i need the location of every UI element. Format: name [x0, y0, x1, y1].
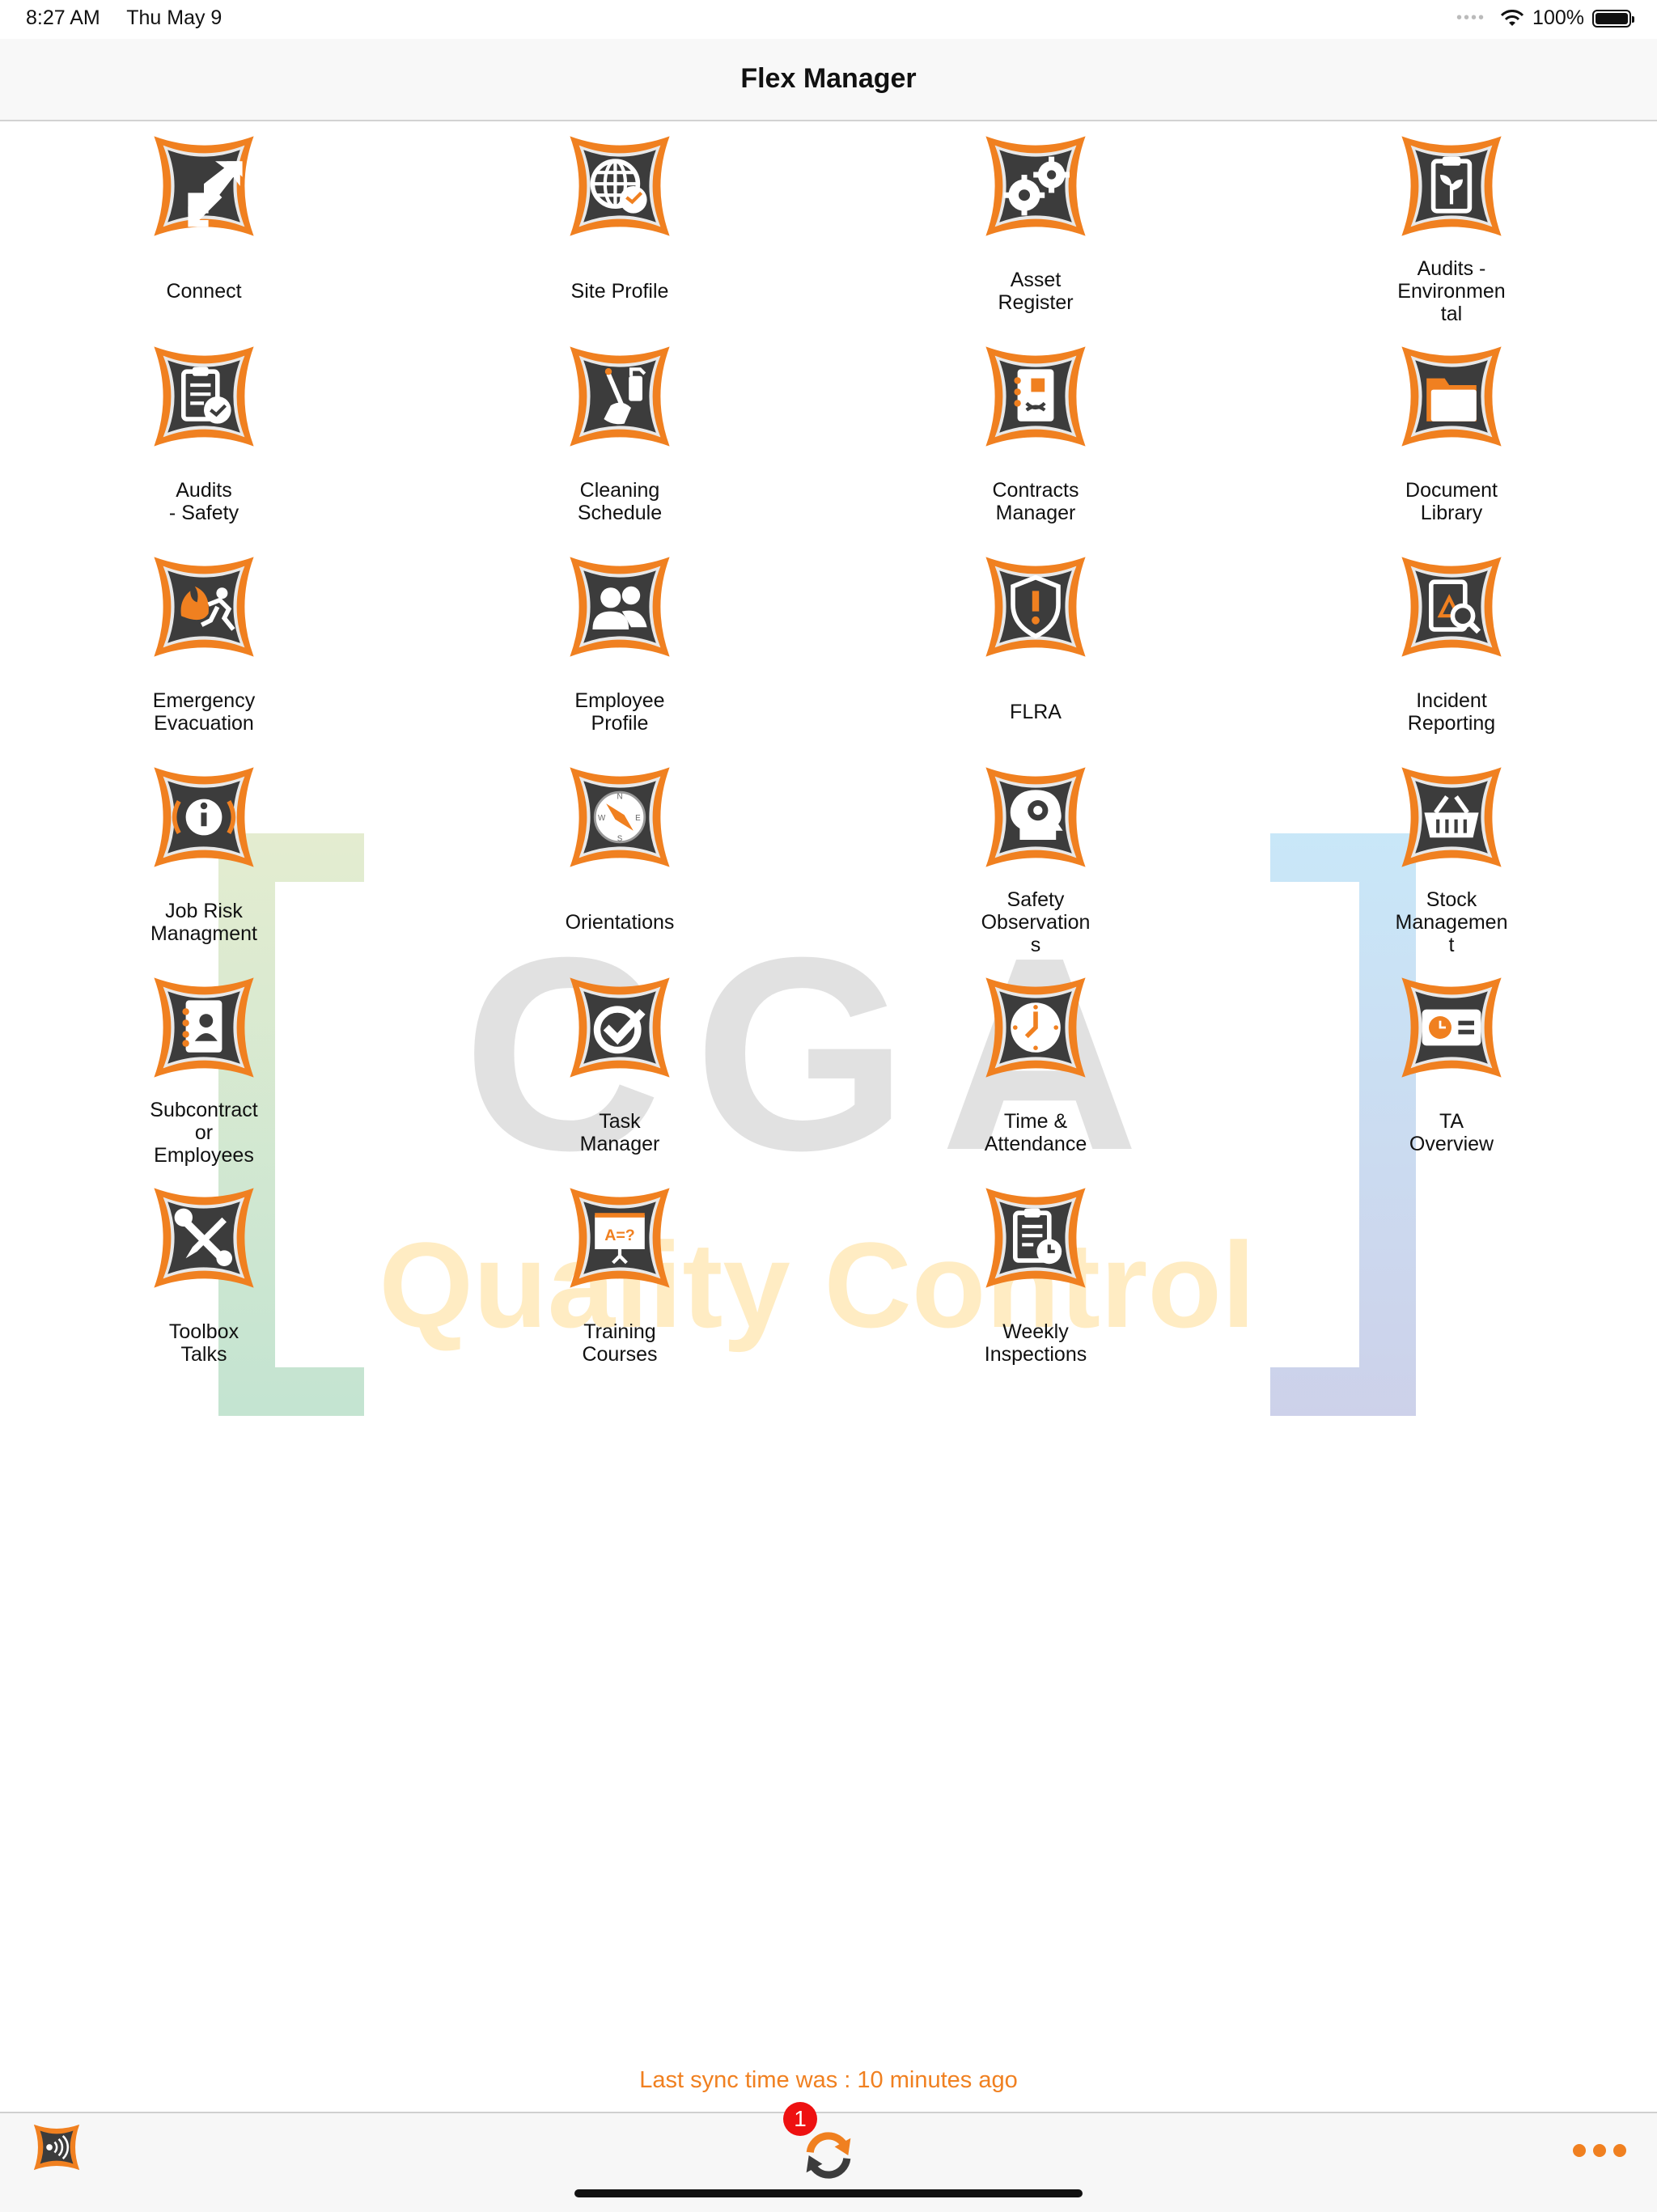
- nfc-button[interactable]: [31, 2121, 83, 2173]
- last-sync-text: Last sync time was : 10 minutes ago: [639, 2067, 1018, 2093]
- app-tile[interactable]: Subcontract or Employees: [83, 971, 325, 1173]
- app-tile[interactable]: Toolbox Talks: [83, 1181, 325, 1384]
- app-tile[interactable]: Document Library: [1330, 340, 1573, 542]
- app-tile[interactable]: Time & Attendance: [914, 971, 1157, 1173]
- app-tile[interactable]: A=? Training Courses: [498, 1181, 741, 1384]
- app-tile[interactable]: Site Profile: [498, 129, 741, 332]
- clock-icon: [1011, 1002, 1061, 1053]
- cga-quality-control-watermark: CGA Quality Control: [218, 833, 1416, 1416]
- app-tile-label: Task Manager: [579, 1110, 660, 1155]
- app-tile-label: Subcontract or Employees: [150, 1099, 258, 1167]
- app-tile-label: Employee Profile: [574, 689, 665, 735]
- app-tile-label: Time & Attendance: [984, 1110, 1087, 1155]
- app-tile[interactable]: Stock Managemen t: [1330, 761, 1573, 963]
- battery-icon: [1592, 9, 1634, 28]
- status-time: 8:27 AM: [26, 6, 100, 29]
- signal-icon: ••••: [1456, 9, 1486, 27]
- app-tile[interactable]: N S W E Orientations: [498, 761, 741, 963]
- app-tile[interactable]: Weekly Inspections: [914, 1181, 1157, 1384]
- sync-icon: [806, 2132, 851, 2179]
- app-tile[interactable]: FLRA: [914, 550, 1157, 752]
- app-tile[interactable]: Safety Observation s: [914, 761, 1157, 963]
- dot-icon: [1613, 2144, 1626, 2157]
- app-tile-label: Orientations: [565, 911, 675, 934]
- battery-percent: 100%: [1532, 6, 1584, 29]
- dot-icon: [1573, 2144, 1586, 2157]
- status-indicators: •••• 100%: [1456, 6, 1634, 30]
- app-tile-label: Site Profile: [570, 280, 669, 303]
- app-tile-label: FLRA: [1010, 701, 1062, 723]
- app-tile[interactable]: Cleaning Schedule: [498, 340, 741, 542]
- app-tile-label: Toolbox Talks: [168, 1320, 239, 1366]
- app-tile[interactable]: Contracts Manager: [914, 340, 1157, 542]
- app-tile[interactable]: Audits - Environmen tal: [1330, 129, 1573, 332]
- app-tile-label: Emergency Evacuation: [152, 689, 256, 735]
- sync-badge: 1: [783, 2102, 817, 2136]
- home-indicator: [574, 2189, 1083, 2197]
- contract-book-icon: [1014, 369, 1054, 422]
- svg-text:A=?: A=?: [604, 1227, 635, 1244]
- wifi-icon: [1500, 9, 1524, 28]
- app-tile-label: Stock Managemen t: [1395, 888, 1508, 956]
- app-tile-label: Audits - Safety: [168, 479, 239, 524]
- app-tile-label: Weekly Inspections: [984, 1320, 1087, 1366]
- app-tile-label: Training Courses: [582, 1320, 658, 1366]
- app-tile-label: Incident Reporting: [1407, 689, 1496, 735]
- timecard-icon: [1422, 1009, 1481, 1046]
- app-tile[interactable]: Employee Profile: [498, 550, 741, 752]
- status-bar: 8:27 AM Thu May 9 •••• 100%: [0, 0, 1657, 39]
- svg-text:S: S: [617, 834, 623, 843]
- app-tile-label: Asset Register: [998, 269, 1074, 314]
- app-tile[interactable]: TA Overview: [1330, 971, 1573, 1173]
- app-tile[interactable]: Asset Register: [914, 129, 1157, 332]
- page-title: Flex Manager: [740, 63, 917, 94]
- app-tile-label: Document Library: [1405, 479, 1498, 524]
- svg-text:N: N: [617, 793, 622, 802]
- app-tile[interactable]: Task Manager: [498, 971, 741, 1173]
- app-tile-label: Job Risk Managment: [150, 900, 258, 945]
- app-tile[interactable]: Audits - Safety: [83, 340, 325, 542]
- app-tile-label: Cleaning Schedule: [577, 479, 663, 524]
- app-tile-label: Connect: [166, 280, 242, 303]
- app-tile[interactable]: Connect: [83, 129, 325, 332]
- more-options-button[interactable]: [1573, 2144, 1626, 2157]
- app-tile[interactable]: Emergency Evacuation: [83, 550, 325, 752]
- app-tile-label: Contracts Manager: [992, 479, 1079, 524]
- app-tile[interactable]: Job Risk Managment: [83, 761, 325, 963]
- dot-icon: [1593, 2144, 1606, 2157]
- app-tile-label: TA Overview: [1409, 1110, 1494, 1155]
- status-time-date: 8:27 AM Thu May 9: [26, 6, 243, 30]
- navigation-bar: Flex Manager: [0, 39, 1657, 121]
- status-date: Thu May 9: [126, 6, 222, 29]
- svg-text:E: E: [635, 814, 641, 823]
- contact-book-icon: [182, 1000, 222, 1053]
- app-tile[interactable]: Incident Reporting: [1330, 550, 1573, 752]
- compass-icon: N S W E: [593, 790, 646, 843]
- app-tile-label: Audits - Environmen tal: [1397, 257, 1506, 325]
- svg-text:W: W: [598, 814, 606, 823]
- app-tile-label: Safety Observation s: [981, 888, 1091, 956]
